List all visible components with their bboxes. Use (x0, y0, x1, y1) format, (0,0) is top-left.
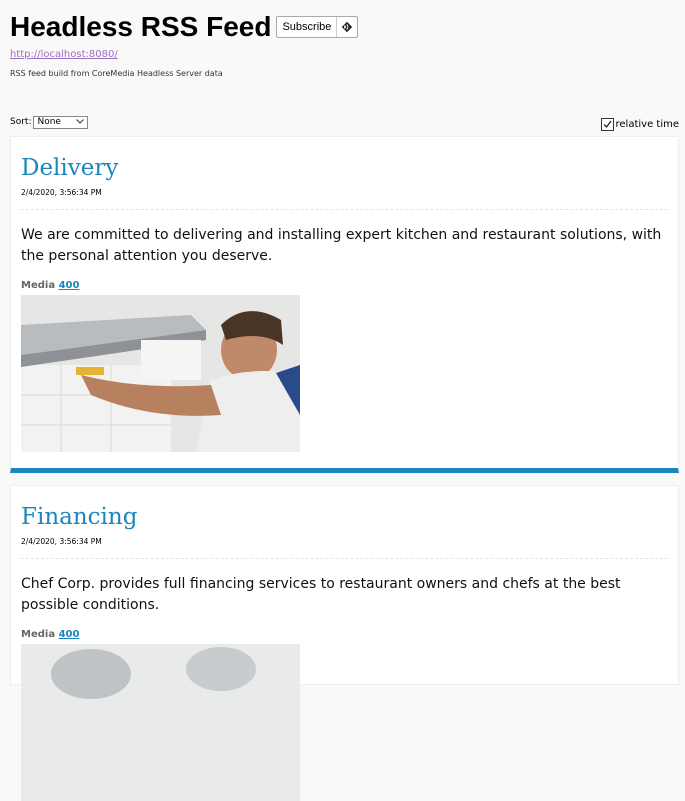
relative-time-checkbox[interactable] (600, 117, 614, 131)
subscribe-button[interactable]: Subscribe (276, 16, 359, 38)
media-link[interactable]: 400 (59, 629, 80, 640)
relative-time-label: relative time (615, 118, 680, 130)
media-link[interactable]: 400 (59, 280, 80, 291)
feed-item: Delivery 2/4/2020, 3:56:34 PM We are com… (10, 136, 679, 473)
media-label: Media 400 (21, 280, 79, 291)
sort-label: Sort: (10, 117, 32, 127)
controls-bar: Sort: None relative time (10, 114, 680, 131)
divider (21, 558, 668, 559)
media-image (21, 644, 300, 801)
item-date: 2/4/2020, 3:56:34 PM (21, 188, 102, 197)
checkmark-icon (603, 120, 611, 128)
sort-select[interactable]: None (33, 115, 89, 129)
feed-item: Financing 2/4/2020, 3:56:34 PM Chef Corp… (10, 485, 679, 801)
title-row: Headless RSS Feed Subscribe (10, 10, 675, 44)
feed-description: RSS feed build from CoreMedia Headless S… (10, 69, 223, 78)
chevron-down-icon (76, 117, 85, 127)
item-title[interactable]: Delivery (21, 155, 118, 181)
rss-feed-icon (337, 17, 357, 37)
sort-control: Sort: None (10, 115, 89, 129)
page-title: Headless RSS Feed (10, 11, 272, 42)
subscribe-label: Subscribe (277, 17, 338, 37)
item-date: 2/4/2020, 3:56:34 PM (21, 537, 102, 546)
media-label-text: Media (21, 629, 56, 640)
item-body: We are committed to delivering and insta… (21, 227, 662, 264)
divider (21, 209, 668, 210)
relative-time-toggle[interactable]: relative time (600, 117, 680, 131)
media-image (21, 295, 300, 452)
feed-url-link[interactable]: http://localhost:8080/ (10, 49, 675, 60)
item-title[interactable]: Financing (21, 504, 137, 530)
item-body: Chef Corp. provides full financing servi… (21, 576, 621, 613)
media-label-text: Media (21, 280, 56, 291)
sort-select-value: None (37, 117, 61, 127)
media-label: Media 400 (21, 629, 79, 640)
page-header: Headless RSS Feed Subscribe http://local… (0, 0, 685, 78)
